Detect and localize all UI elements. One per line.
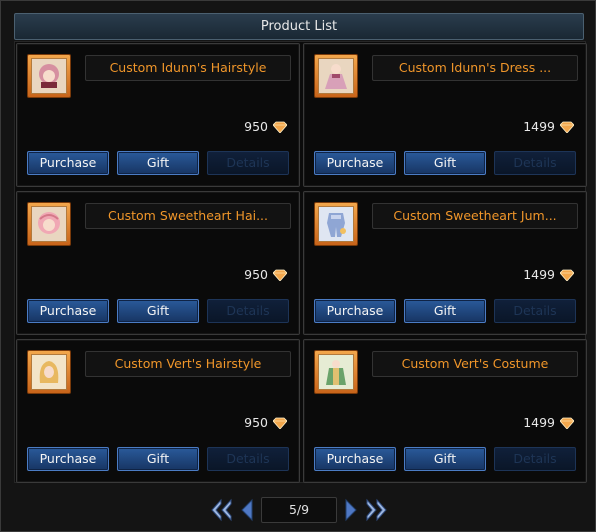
product-price: 1499 <box>523 267 574 282</box>
chevron-right-icon <box>345 498 357 522</box>
hairstyle-icon <box>27 54 71 98</box>
product-price: 950 <box>244 119 287 134</box>
purchase-button[interactable]: Purchase <box>27 447 109 471</box>
gift-button[interactable]: Gift <box>117 151 199 175</box>
gem-icon <box>273 417 287 429</box>
purchase-button[interactable]: Purchase <box>27 151 109 175</box>
price-value: 950 <box>244 267 268 282</box>
details-button[interactable]: Details <box>207 447 289 471</box>
gift-button[interactable]: Gift <box>404 299 486 323</box>
product-card: Custom Vert's Costume 1499 Purchase Gift… <box>303 339 587 483</box>
gem-icon <box>560 417 574 429</box>
page-indicator: 5/9 <box>261 497 337 523</box>
product-price: 1499 <box>523 119 574 134</box>
product-price: 950 <box>244 267 287 282</box>
product-card: Custom Sweetheart Hai... 950 Purchase Gi… <box>16 191 300 335</box>
price-value: 1499 <box>523 267 555 282</box>
product-name: Custom Vert's Costume <box>372 351 578 377</box>
pagination: 5/9 <box>1 494 596 526</box>
price-value: 1499 <box>523 415 555 430</box>
last-page-button[interactable] <box>364 497 388 523</box>
next-page-button[interactable] <box>339 497 363 523</box>
gift-button[interactable]: Gift <box>117 447 199 471</box>
window-title: Product List <box>14 13 584 40</box>
product-card: Custom Idunn's Hairstyle 950 Purchase Gi… <box>16 43 300 187</box>
first-page-button[interactable] <box>210 497 234 523</box>
product-name: Custom Idunn's Hairstyle <box>85 55 291 81</box>
price-value: 1499 <box>523 119 555 134</box>
chevron-left-icon <box>241 498 253 522</box>
prev-page-button[interactable] <box>235 497 259 523</box>
jumpsuit-icon <box>314 202 358 246</box>
gem-icon <box>273 269 287 281</box>
details-button[interactable]: Details <box>494 151 576 175</box>
details-button[interactable]: Details <box>207 151 289 175</box>
gift-button[interactable]: Gift <box>404 151 486 175</box>
costume-icon <box>314 350 358 394</box>
gem-icon <box>560 121 574 133</box>
product-list-window: Product List Custom Idunn's Hairstyle 95… <box>0 0 596 532</box>
product-name: Custom Idunn's Dress ... <box>372 55 578 81</box>
price-value: 950 <box>244 415 268 430</box>
product-name: Custom Sweetheart Hai... <box>85 203 291 229</box>
details-button[interactable]: Details <box>494 447 576 471</box>
hairstyle-icon <box>27 350 71 394</box>
gift-button[interactable]: Gift <box>404 447 486 471</box>
dress-icon <box>314 54 358 98</box>
gem-icon <box>273 121 287 133</box>
details-button[interactable]: Details <box>494 299 576 323</box>
double-chevron-right-icon <box>366 498 387 522</box>
gem-icon <box>560 269 574 281</box>
product-name: Custom Vert's Hairstyle <box>85 351 291 377</box>
gift-button[interactable]: Gift <box>117 299 199 323</box>
product-card: Custom Vert's Hairstyle 950 Purchase Gif… <box>16 339 300 483</box>
purchase-button[interactable]: Purchase <box>27 299 109 323</box>
product-card: Custom Sweetheart Jum... 1499 Purchase G… <box>303 191 587 335</box>
purchase-button[interactable]: Purchase <box>314 447 396 471</box>
details-button[interactable]: Details <box>207 299 289 323</box>
product-card: Custom Idunn's Dress ... 1499 Purchase G… <box>303 43 587 187</box>
product-price: 950 <box>244 415 287 430</box>
price-value: 950 <box>244 119 268 134</box>
product-grid: Custom Idunn's Hairstyle 950 Purchase Gi… <box>14 41 587 483</box>
hairstyle-icon <box>27 202 71 246</box>
product-price: 1499 <box>523 415 574 430</box>
double-chevron-left-icon <box>211 498 232 522</box>
purchase-button[interactable]: Purchase <box>314 151 396 175</box>
product-name: Custom Sweetheart Jum... <box>372 203 578 229</box>
purchase-button[interactable]: Purchase <box>314 299 396 323</box>
